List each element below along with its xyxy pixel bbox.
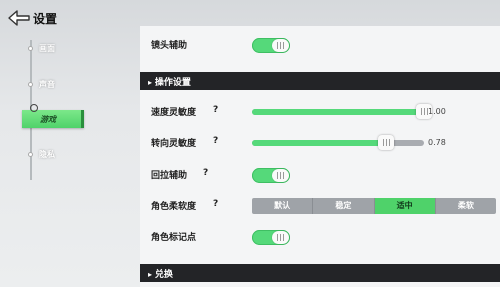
softness-label: 角色柔软度 [151,202,197,212]
pullback-assist-toggle[interactable] [252,168,290,183]
dot-icon [28,46,33,51]
softness-segmented-control: 默认 稳定 适中 柔软 [252,198,496,214]
camera-assist-row: 镜头辅助 [140,32,500,58]
speed-sensitivity-label: 速度灵敏度 [151,108,197,118]
dot-icon [28,82,33,87]
speed-sensitivity-slider[interactable] [252,104,432,119]
turn-sensitivity-label: 转向灵敏度 [151,139,197,149]
sidebar-item-graphics[interactable]: 画面 [28,40,98,58]
toggle-knob [272,169,289,182]
slider-thumb[interactable] [378,135,395,150]
slider-fill [252,140,387,146]
turn-sensitivity-value: 0.78 [428,138,446,147]
sidebar-item-label: 隐私 [39,150,55,159]
back-arrow-icon[interactable] [7,9,31,27]
turn-sensitivity-row: 转向灵敏度 ? 0.78 [140,130,500,156]
help-icon[interactable]: ? [203,168,208,178]
speed-sensitivity-value: 1.00 [428,107,446,116]
softness-option-soft[interactable]: 柔软 [436,198,496,214]
section-header-exchange: 兑换 [140,264,500,282]
marker-row: 角色标记点 [140,224,500,250]
camera-assist-toggle[interactable] [252,38,290,53]
help-icon[interactable]: ? [213,199,218,209]
dot-icon [28,152,33,157]
toggle-knob [272,39,289,52]
softness-row: 角色柔软度 ? 默认 稳定 适中 柔软 [140,193,500,219]
sidebar-item-label: 画面 [39,44,55,53]
sidebar-item-sound[interactable]: 声音 [28,76,98,94]
settings-panel: 镜头辅助 操作设置 速度灵敏度 ? 1.00 转向灵敏度 ? 0.78 回拉辅助… [140,26,500,287]
marker-toggle[interactable] [252,230,290,245]
sidebar-item-game[interactable]: 游戏 [22,104,84,128]
slider-fill [252,109,424,115]
section-title: 兑换 [148,267,173,280]
page-title: 设置 [33,12,58,26]
pullback-assist-label: 回拉辅助 [151,171,188,181]
softness-option-default[interactable]: 默认 [252,198,314,214]
softness-option-moderate[interactable]: 适中 [374,198,436,214]
toggle-knob [272,231,289,244]
marker-label: 角色标记点 [151,233,197,243]
pullback-assist-row: 回拉辅助 ? [140,162,500,188]
section-header-controls: 操作设置 [140,72,500,90]
help-icon[interactable]: ? [213,136,218,146]
turn-sensitivity-slider[interactable] [252,135,424,150]
camera-assist-label: 镜头辅助 [151,41,188,51]
speed-sensitivity-row: 速度灵敏度 ? 1.00 [140,99,500,125]
selected-marker-icon [30,104,38,112]
help-icon[interactable]: ? [213,105,218,115]
sidebar-item-label: 游戏 [40,115,56,124]
sidebar-item-label: 声音 [39,80,55,89]
sidebar-item-privacy[interactable]: 隐私 [28,146,98,164]
section-title: 操作设置 [148,75,191,88]
softness-option-stable[interactable]: 稳定 [313,198,375,214]
